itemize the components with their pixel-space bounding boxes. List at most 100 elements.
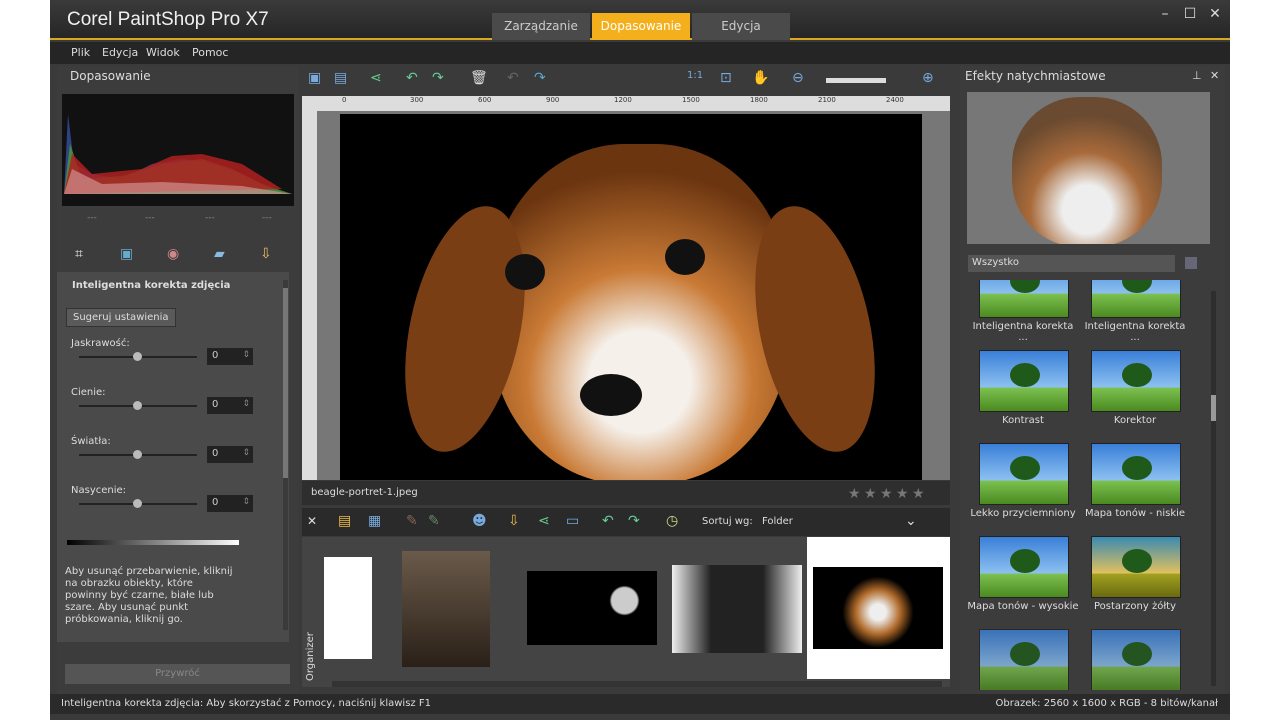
navigation-icon[interactable]: ▤ [338, 513, 351, 529]
red-eye-icon[interactable]: ◉ [167, 246, 179, 262]
photo-fix-icon[interactable]: ▣ [120, 246, 133, 262]
shadows-slider[interactable] [79, 401, 197, 410]
share-icon[interactable]: ⋖ [538, 513, 550, 529]
effect-label: Mapa tonów - wysokie [967, 601, 1079, 612]
sort-dropdown[interactable]: Folder [762, 516, 793, 527]
tab-edit[interactable]: Edycja [692, 13, 790, 40]
suggest-settings-button[interactable]: Sugeruj ustawienia [66, 308, 176, 327]
horizontal-scrollbar[interactable] [332, 681, 942, 687]
brightness-field[interactable]: 0 [207, 348, 253, 365]
zoom-slider[interactable] [826, 78, 886, 83]
effects-category-dropdown[interactable]: Wszystko [968, 255, 1175, 272]
reset-button[interactable]: Przywróć [65, 664, 290, 684]
minimize-icon[interactable]: – [1155, 6, 1175, 22]
thumbnail[interactable] [324, 557, 372, 659]
menu-edit[interactable]: Edycja [102, 46, 138, 59]
scrollbar[interactable] [283, 280, 288, 630]
calendar-icon[interactable]: ◷ [666, 513, 678, 529]
depth-of-field-icon[interactable]: ⇩ [260, 246, 272, 262]
canvas-area[interactable] [317, 111, 950, 480]
share-icon[interactable]: ⋖ [370, 70, 382, 86]
status-bar: Inteligentna korekta zdjęcia: Aby skorzy… [50, 694, 1230, 714]
thumbnail-selected[interactable] [807, 537, 950, 679]
pan-hand-icon[interactable]: ✋ [752, 70, 769, 86]
slideshow-icon[interactable]: ▭ [566, 513, 579, 529]
effect-preview [967, 92, 1210, 244]
rotate-right-icon[interactable]: ↷ [432, 70, 444, 86]
tab-adjust[interactable]: Dopasowanie [592, 13, 690, 40]
zoom-in-icon[interactable]: ⊕ [922, 70, 934, 86]
highlights-slider[interactable] [79, 450, 197, 459]
rotate-left-icon[interactable]: ↶ [602, 513, 614, 529]
effect-label: Lekko przyciemniony [970, 508, 1076, 519]
ruler-tick: 1800 [750, 96, 768, 104]
rotate-left-icon[interactable]: ↶ [406, 70, 418, 86]
vertical-ruler [302, 111, 317, 480]
menu-help[interactable]: Pomoc [192, 46, 228, 59]
effect-thumbnail[interactable] [979, 629, 1069, 690]
effect-thumbnail[interactable] [979, 536, 1069, 598]
effect-thumbnail[interactable] [979, 443, 1069, 505]
pin-icon[interactable]: ⊥ [1192, 69, 1202, 82]
zoom-out-icon[interactable]: ⊖ [792, 70, 804, 86]
effect-thumbnail[interactable] [1091, 536, 1181, 598]
effect-thumbnail[interactable] [979, 350, 1069, 412]
people-icon[interactable]: ☻ [472, 513, 487, 529]
info-icon[interactable]: ▦ [368, 513, 381, 529]
menu-view[interactable]: Widok [146, 46, 180, 59]
effect-thumbnail[interactable] [979, 280, 1069, 318]
histogram-tick: --- [145, 213, 155, 223]
rating-star[interactable]: ★ [848, 486, 861, 502]
thumbnail[interactable] [527, 571, 657, 645]
thumbnail[interactable] [672, 565, 802, 653]
thumbnail[interactable] [402, 551, 490, 667]
rating-star[interactable]: ★ [880, 486, 893, 502]
tab-manage[interactable]: Zarządzanie [492, 13, 590, 40]
rotate-right-icon[interactable]: ↷ [628, 513, 640, 529]
chevron-down-icon[interactable]: ⌄ [905, 513, 917, 529]
saturation-field[interactable]: 0 [207, 495, 253, 512]
maximize-icon[interactable]: ☐ [1180, 6, 1200, 22]
edit-icon[interactable]: ✎ [406, 513, 418, 529]
close-panel-icon[interactable]: ✕ [1210, 69, 1219, 82]
effect-label: Inteligentna korekta ... [1084, 321, 1185, 343]
makeover-icon[interactable]: ▰ [214, 246, 225, 262]
brightness-slider[interactable] [79, 352, 197, 361]
effect-label: Postarzony żółty [1093, 601, 1176, 612]
effect-label: Korektor [1113, 415, 1157, 426]
edit2-icon[interactable]: ✎ [428, 513, 440, 529]
close-organizer-icon[interactable]: ✕ [307, 514, 317, 528]
shadows-field[interactable]: 0 [207, 397, 253, 414]
ruler-tick: 2400 [886, 96, 904, 104]
import-icon[interactable]: ⇩ [508, 513, 520, 529]
effect-thumbnail[interactable] [1091, 350, 1181, 412]
delete-icon[interactable]: 🗑 [470, 70, 488, 86]
save-as-icon[interactable]: ▤ [334, 70, 347, 86]
close-icon[interactable]: ✕ [1205, 6, 1225, 22]
effect-thumbnail[interactable] [1091, 443, 1181, 505]
fit-icon[interactable]: ⊡ [720, 70, 732, 86]
adjust-panel: Dopasowanie --- --- --- --- ⌗ ▣ ◉ ▰ ⇩ In… [57, 66, 299, 694]
app-title: Corel PaintShop Pro X7 [67, 9, 269, 30]
menu-file[interactable]: Plik [71, 46, 90, 59]
highlights-field[interactable]: 0 [207, 446, 253, 463]
view-mode-icon[interactable] [1185, 257, 1197, 269]
redo-icon[interactable]: ↷ [534, 70, 546, 86]
image-info: Obrazek: 2560 x 1600 x RGB - 8 bitów/kan… [995, 698, 1218, 709]
effect-thumbnail[interactable] [1091, 629, 1181, 690]
effects-scrollbar[interactable] [1211, 291, 1216, 686]
rating-star[interactable]: ★ [912, 486, 925, 502]
histogram-tick: --- [262, 213, 272, 223]
saturation-slider[interactable] [79, 499, 197, 508]
crop-icon[interactable]: ⌗ [75, 246, 83, 262]
effect-thumbnail[interactable] [1091, 280, 1181, 318]
undo-icon[interactable]: ↶ [507, 70, 519, 86]
filename: beagle-portret-1.jpeg [311, 487, 418, 498]
save-icon[interactable]: ▣ [308, 70, 321, 86]
color-balance-gradient[interactable] [67, 540, 239, 545]
rating-star[interactable]: ★ [864, 486, 877, 502]
rating-star[interactable]: ★ [896, 486, 909, 502]
effect-label: Kontrast [1002, 415, 1044, 426]
actual-size-icon[interactable]: 1:1 [687, 70, 703, 81]
app-window: Corel PaintShop Pro X7 Zarządzanie Dopas… [50, 0, 1230, 720]
